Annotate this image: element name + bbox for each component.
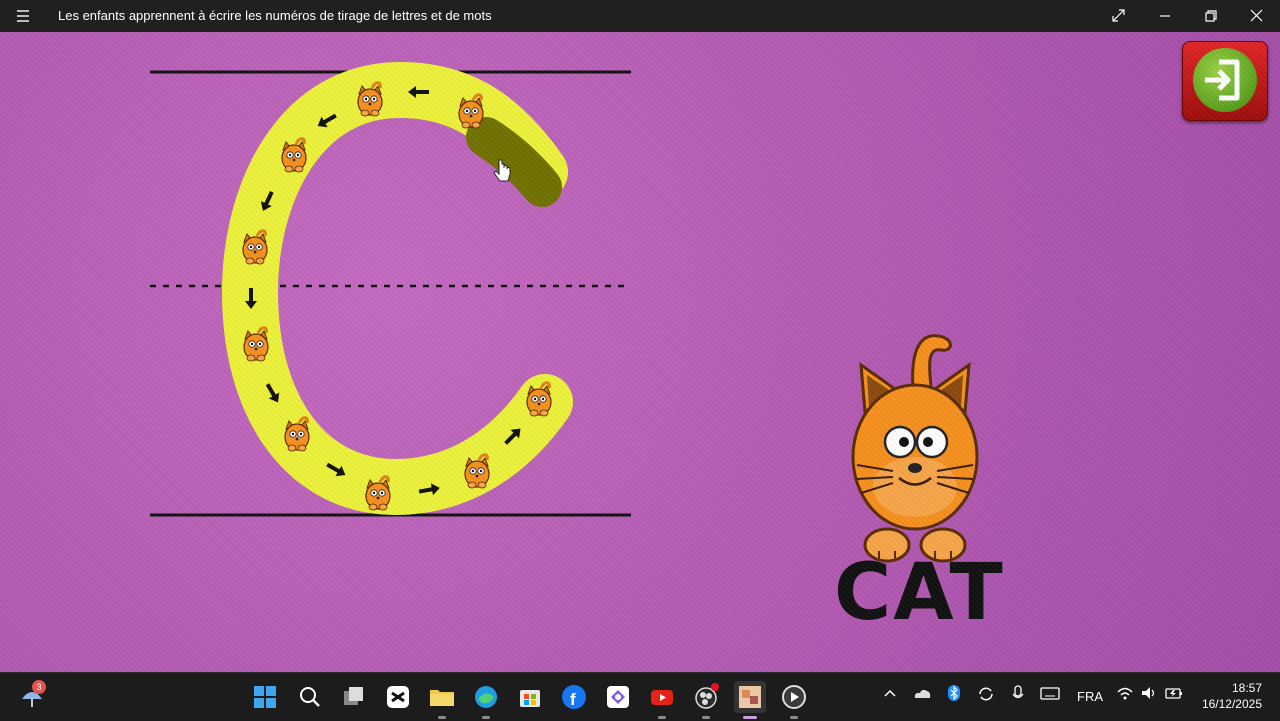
search-icon[interactable] — [294, 681, 326, 713]
windows-start-icon[interactable] — [249, 681, 281, 713]
task-view-icon[interactable] — [338, 681, 370, 713]
system-clock[interactable]: 18:57 16/12/2025 — [1202, 680, 1262, 712]
exit-arrow-icon — [1193, 48, 1257, 112]
close-icon — [1250, 9, 1263, 22]
cat-illustration — [851, 334, 979, 563]
game-app-icon[interactable] — [734, 681, 766, 719]
word-label: CAT — [834, 548, 1005, 638]
chevron-up-icon[interactable] — [882, 685, 898, 704]
svg-text:f: f — [570, 690, 576, 709]
file-explorer-icon[interactable] — [426, 681, 458, 719]
media-player-icon[interactable] — [778, 681, 810, 719]
sync-icon[interactable] — [976, 685, 996, 706]
battery-icon[interactable] — [1164, 685, 1184, 704]
keyboard-icon[interactable] — [1040, 685, 1060, 704]
language-indicator[interactable]: FRA — [1077, 689, 1103, 704]
clock-date: 16/12/2025 — [1201, 697, 1262, 711]
copilot-icon[interactable] — [602, 681, 634, 713]
obs-icon[interactable] — [690, 681, 722, 719]
volume-icon[interactable] — [1140, 685, 1158, 704]
window-title: Les enfants apprennent à écrire les numé… — [58, 8, 492, 23]
exit-button[interactable] — [1182, 41, 1268, 121]
restore-icon — [1205, 10, 1217, 22]
tracing-area[interactable] — [0, 32, 1280, 672]
hamburger-icon[interactable] — [10, 6, 36, 26]
youtube-icon[interactable] — [646, 681, 678, 719]
title-bar: Les enfants apprennent à écrire les numé… — [0, 0, 1280, 32]
notification-badge: 3 — [32, 680, 46, 694]
game-canvas: CAT — [0, 32, 1280, 672]
store-icon[interactable] — [514, 681, 546, 713]
minimize-icon — [1160, 15, 1170, 17]
fullscreen-button[interactable] — [1096, 0, 1142, 32]
taskbar: 3 f FRA 18:57 16/12/2025 — [0, 672, 1280, 721]
fullscreen-icon — [1112, 9, 1125, 22]
onedrive-icon[interactable] — [912, 685, 932, 704]
restore-button[interactable] — [1188, 0, 1234, 32]
capcut-icon[interactable] — [382, 681, 414, 713]
minimize-button[interactable] — [1142, 0, 1188, 32]
wifi-icon[interactable] — [1116, 685, 1134, 704]
bluetooth-icon[interactable] — [946, 685, 962, 704]
facebook-icon[interactable]: f — [558, 681, 590, 713]
edge-icon[interactable] — [470, 681, 502, 719]
microphone-icon[interactable] — [1010, 685, 1026, 706]
clock-time: 18:57 — [1231, 681, 1262, 695]
close-button[interactable] — [1234, 0, 1280, 32]
